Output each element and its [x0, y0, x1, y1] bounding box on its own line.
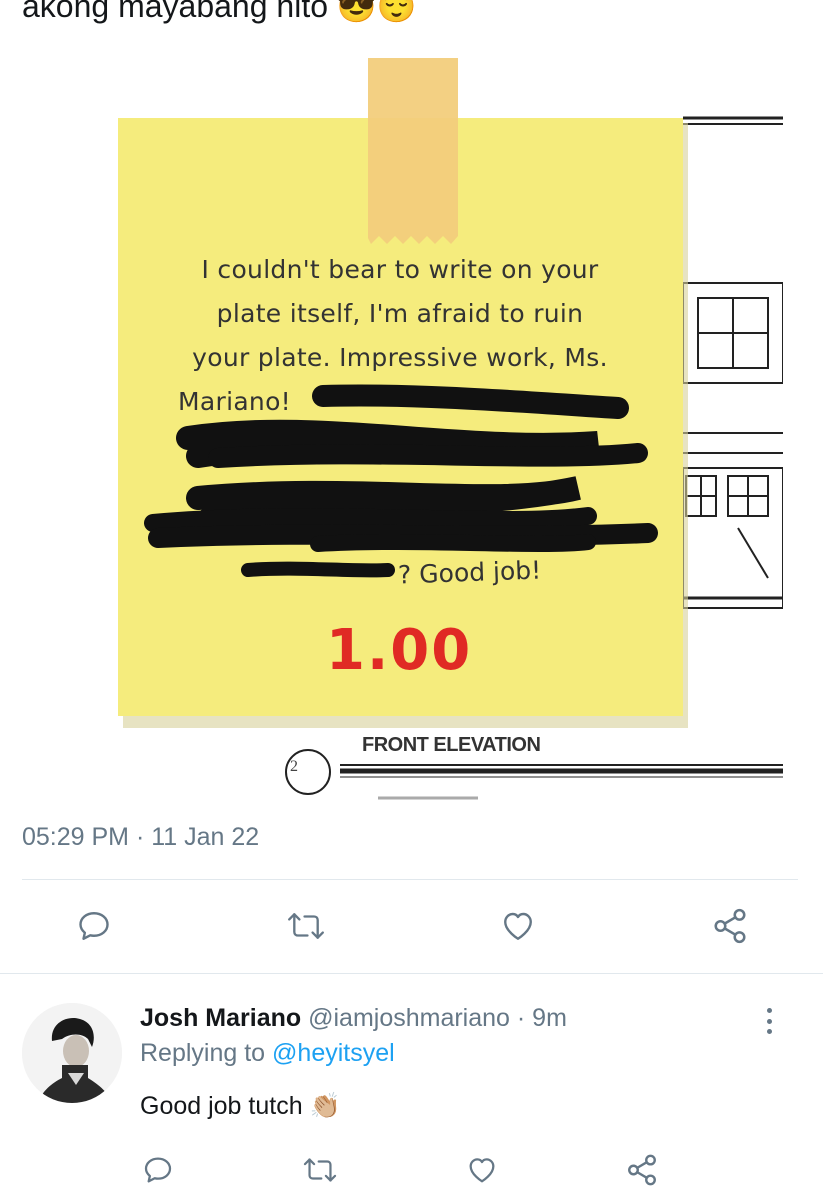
note-line: I couldn't bear to write on your: [201, 255, 599, 284]
divider: [0, 973, 823, 974]
replying-prefix: Replying to: [140, 1039, 273, 1067]
replying-mention-link[interactable]: @heyitsyel: [272, 1039, 395, 1067]
more-dot: [766, 1029, 772, 1034]
note-line: plate itself, I'm afraid to ruin: [216, 299, 584, 328]
retweet-icon: [288, 913, 324, 939]
grade: 1.00: [326, 618, 473, 683]
note-text: I couldn't bear to write on your plate i…: [140, 248, 660, 424]
share-icon: [714, 908, 746, 944]
avatar-image: [22, 1003, 122, 1103]
reply-button[interactable]: [72, 904, 116, 948]
heart-icon: [504, 912, 532, 940]
tweet-media[interactable]: I couldn't bear to write on your plate i…: [118, 58, 783, 803]
drawing-label: FRONT ELEVATION: [362, 734, 541, 756]
retweet-button[interactable]: [298, 1148, 342, 1192]
more-dot: [766, 1008, 772, 1013]
share-button[interactable]: [708, 904, 752, 948]
note-closing: ? Good job!: [397, 555, 542, 590]
share-button[interactable]: [620, 1148, 664, 1192]
reply-icon: [79, 912, 109, 940]
avatar[interactable]: [22, 1003, 122, 1103]
note-line: Mariano!: [178, 387, 291, 416]
retweet-icon: [303, 1158, 337, 1182]
like-button[interactable]: [496, 904, 540, 948]
drawing-number: 2: [290, 758, 298, 775]
more-dot: [766, 1018, 772, 1024]
more-options-button[interactable]: [755, 1004, 783, 1038]
reply-text: Good job tutch 👏🏼: [140, 1092, 341, 1120]
reply-author-name[interactable]: Josh Mariano: [140, 1004, 301, 1032]
note-line: your plate. Impressive work, Ms.: [192, 343, 608, 372]
tweet-timestamp: 05:29 PM · 11 Jan 22: [22, 823, 260, 851]
divider: [22, 879, 798, 880]
reply-author-handle[interactable]: @iamjoshmariano · 9m: [308, 1004, 567, 1032]
sticky-note-image: [118, 58, 783, 800]
reply-header: Josh Mariano @iamjoshmariano · 9m: [140, 1004, 567, 1033]
share-icon: [628, 1154, 656, 1186]
reply-icon: [144, 1157, 172, 1183]
reply-button[interactable]: [136, 1148, 180, 1192]
like-button[interactable]: [460, 1148, 504, 1192]
tweet-text: akong mayabang nito 😎😌: [22, 0, 417, 24]
replying-to: Replying to @heyitsyel: [140, 1039, 395, 1068]
retweet-button[interactable]: [284, 904, 328, 948]
heart-icon: [469, 1158, 495, 1183]
